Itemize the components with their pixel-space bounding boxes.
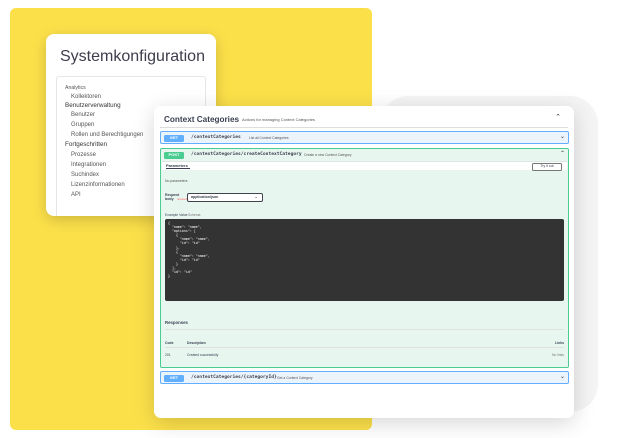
nav-item-lizenzinformationen[interactable]: Lizenzinformationen <box>71 182 125 188</box>
example-code: { "name": "name", "options": [ { "name":… <box>168 221 210 279</box>
api-section-subtitle: Actions for managing Context Categories <box>242 117 315 122</box>
response-code: 201 <box>165 353 171 357</box>
nav-item-kollektoren[interactable]: Kollektoren <box>71 94 101 100</box>
operation-description: Get a Context Category <box>277 376 313 380</box>
page-title: Systemkonfiguration <box>60 48 205 65</box>
tab-example-value[interactable]: Example Value <box>165 213 188 217</box>
try-it-out-button[interactable]: Try it out <box>532 163 562 171</box>
nav-item-gruppen[interactable]: Gruppen <box>71 122 94 128</box>
column-header-links: Links <box>555 341 564 345</box>
no-parameters-text: No parameters <box>165 179 188 183</box>
nav-section-benutzerverwaltung: Benutzerverwaltung <box>65 102 121 109</box>
parameters-header: Parameters Try it out <box>162 161 567 171</box>
operation-description: Create a new Context Category <box>304 153 352 157</box>
operation-path: /contextCategories/{categoryId} <box>191 375 277 380</box>
method-badge: GET <box>164 375 184 382</box>
operation-get-by-id[interactable]: GET /contextCategories/{categoryId} Get … <box>160 371 569 384</box>
chevron-down-icon[interactable]: ⌄ <box>560 373 565 380</box>
response-description: Created successfully <box>187 353 219 357</box>
content-type-value: application/json <box>191 195 219 199</box>
operation-path: /contextCategories <box>191 135 241 140</box>
chevron-down-icon[interactable]: ⌄ <box>560 133 565 140</box>
required-label: required <box>177 197 188 201</box>
column-header-code: Code <box>165 341 174 345</box>
responses-title: Responses <box>165 320 188 325</box>
nav-item-rollen[interactable]: Rollen und Berechtigungen <box>71 132 143 138</box>
nav-section-analytics: Analytics <box>65 85 86 91</box>
nav-item-integrationen[interactable]: Integrationen <box>71 162 106 168</box>
api-section-title[interactable]: Context Categories <box>164 115 239 124</box>
nav-item-suchindex[interactable]: Suchindex <box>71 172 99 178</box>
operation-description: List all Context Categories <box>249 136 289 140</box>
tab-underline <box>166 168 190 169</box>
nav-section-fortgeschritten: Fortgeschritten <box>65 141 107 148</box>
tab-schema[interactable]: Schema <box>188 213 200 217</box>
operation-get-list[interactable]: GET /contextCategories List all Context … <box>160 131 569 144</box>
divider <box>160 127 568 128</box>
divider <box>165 329 564 330</box>
divider <box>165 347 564 348</box>
nav-item-benutzer[interactable]: Benutzer <box>71 112 95 118</box>
chevron-up-icon[interactable]: ⌃ <box>560 150 565 157</box>
content-type-select[interactable]: application/json ⌄ <box>187 193 263 202</box>
nav-item-api[interactable]: API <box>71 192 81 198</box>
column-header-description: Description <box>187 341 206 345</box>
response-links: No links <box>551 353 564 357</box>
chevron-up-icon[interactable]: ⌃ <box>555 113 561 121</box>
method-badge: GET <box>164 135 184 142</box>
example-code-block: { "name": "name", "options": [ { "name":… <box>165 219 564 301</box>
method-badge: POST <box>164 152 184 159</box>
operation-post-create: POST /contextCategories/createContextCat… <box>160 148 569 368</box>
nav-item-prozesse[interactable]: Prozesse <box>71 152 96 158</box>
api-docs-panel: Context Categories Actions for managing … <box>154 106 574 418</box>
chevron-down-icon: ⌄ <box>254 194 258 199</box>
operation-path[interactable]: /contextCategories/createContextCategory <box>191 152 302 157</box>
